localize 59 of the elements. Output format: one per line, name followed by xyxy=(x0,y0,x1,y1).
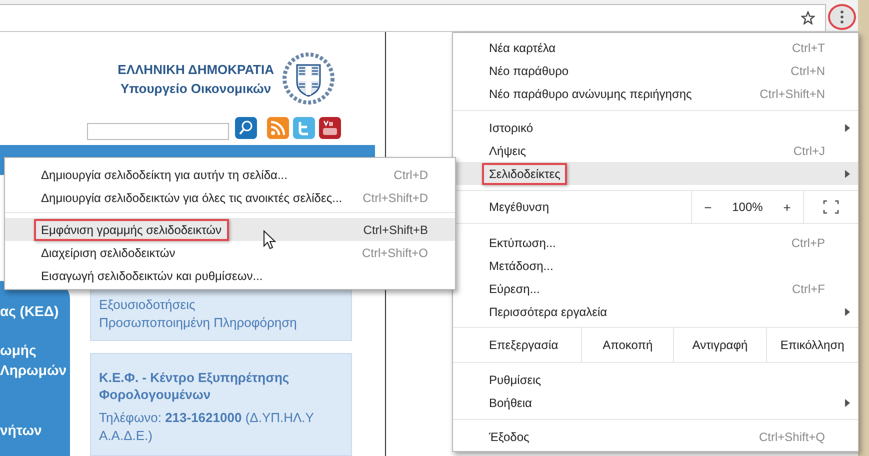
edit-button[interactable]: Επικόλληση xyxy=(766,328,858,362)
menu-item[interactable]: Έξοδος Ctrl+Shift+Q xyxy=(453,425,858,448)
zoom-label: Μεγέθυνση xyxy=(488,199,550,216)
menu-item[interactable]: Εύρεση... Ctrl+F xyxy=(453,277,858,300)
card-text: Τηλέφωνο: 213-1621000 (Δ.ΥΠ.ΗΛ.Υ Α.Α.Δ.Ε.) xyxy=(99,409,315,445)
shortcut-label: Ctrl+N xyxy=(790,64,825,78)
menu-item[interactable]: Ρυθμίσεις xyxy=(453,368,858,391)
menu-item[interactable]: Εμφάνιση γραμμής σελιδοδεικτών Ctrl+Shift+B xyxy=(5,218,455,241)
video-icon[interactable] xyxy=(319,117,341,139)
search-icon[interactable] xyxy=(235,117,257,139)
menu-item[interactable]: Μετάδοση... xyxy=(453,254,858,277)
fullscreen-icon[interactable] xyxy=(823,200,839,214)
search-field[interactable] xyxy=(87,123,229,140)
emblem-icon xyxy=(282,52,335,105)
menu-item[interactable]: Λήψεις Ctrl+J xyxy=(453,139,858,162)
menu-item[interactable]: Εισαγωγή σελιδοδεικτών και ρυθμίσεων... xyxy=(5,264,455,287)
menu-item[interactable]: Νέα καρτέλα Ctrl+T xyxy=(453,36,858,59)
card-link[interactable]: Εξουσιοδοτήσεις xyxy=(99,296,343,314)
menu-button[interactable] xyxy=(828,4,856,30)
shortcut-label: Ctrl+Shift+O xyxy=(362,246,428,260)
zoom-in-button[interactable]: + xyxy=(779,198,795,216)
edit-button[interactable]: Αποκοπή xyxy=(581,328,674,362)
sidebar-link[interactable]: νήτων xyxy=(0,420,70,440)
card-link[interactable]: Προσωποποιημένη Πληροφόρηση xyxy=(99,314,343,332)
menu-item[interactable]: Σελιδοδείκτες xyxy=(453,162,858,185)
site-subtitle: Υπουργείο Οικονομικών xyxy=(120,80,272,96)
menu-item[interactable]: Δημιουργία σελιδοδεικτών για όλες τις ανοικτές σελίδες... Ctrl+Shift+D xyxy=(5,186,455,209)
rss-icon[interactable] xyxy=(267,117,289,139)
shortcut-label: Ctrl+Shift+B xyxy=(363,222,428,236)
address-field[interactable] xyxy=(0,4,826,31)
mouse-cursor-icon xyxy=(263,230,277,250)
highlight-frame: Σελιδοδείκτες xyxy=(482,162,568,184)
site-title: ΕΛΛΗΝΙΚΗ ΔΗΜΟΚΡΑΤΙΑ xyxy=(118,62,274,76)
edit-button[interactable]: Αντιγραφή xyxy=(673,328,766,362)
edit-label: Επεξεργασία xyxy=(488,337,560,354)
shortcut-label: Ctrl+T xyxy=(792,40,825,54)
menu-item[interactable]: Δημιουργία σελιδοδείκτη για αυτήν τη σελίδα... Ctrl+D xyxy=(5,163,455,186)
sidebar-link[interactable]: ας (ΚΕΔ) xyxy=(0,301,70,321)
shortcut-label: Ctrl+Shift+Q xyxy=(758,430,825,444)
menu-item[interactable]: Βοήθεια xyxy=(453,391,858,414)
shortcut-label: Ctrl+D xyxy=(394,168,428,182)
shortcut-label: Ctrl+Shift+N xyxy=(760,86,825,100)
menu-item[interactable]: Διαχείριση σελιδοδεικτών Ctrl+Shift+O xyxy=(5,241,455,264)
menu-item[interactable]: Ιστορικό xyxy=(453,116,858,139)
shortcut-label: Ctrl+P xyxy=(791,236,825,250)
zoom-value: 100% xyxy=(732,200,763,214)
menu-icon xyxy=(840,10,844,24)
card-title: Κ.Ε.Φ. - Κέντρο Εξυπηρέτησης Φορολογουμένων xyxy=(99,369,290,403)
menu-item[interactable]: Εκτύπωση... Ctrl+P xyxy=(453,231,858,254)
zoom-out-button[interactable]: − xyxy=(700,198,716,216)
highlight-frame: Εμφάνιση γραμμής σελιδοδεικτών xyxy=(34,218,229,240)
sidebar-link[interactable]: ωμής Ληρωμών xyxy=(0,340,70,380)
menu-item[interactable]: Νέο παράθυρο Ctrl+N xyxy=(453,59,858,82)
shortcut-label: Ctrl+Shift+D xyxy=(362,190,428,204)
menu-item[interactable]: Νέο παράθυρο ανώνυμης περιήγησης Ctrl+Shift+N xyxy=(453,82,858,105)
star-icon[interactable] xyxy=(801,11,815,25)
menu-item[interactable]: Περισσότερα εργαλεία xyxy=(453,300,858,323)
shortcut-label: Ctrl+J xyxy=(793,144,825,158)
shortcut-label: Ctrl+F xyxy=(792,282,825,296)
